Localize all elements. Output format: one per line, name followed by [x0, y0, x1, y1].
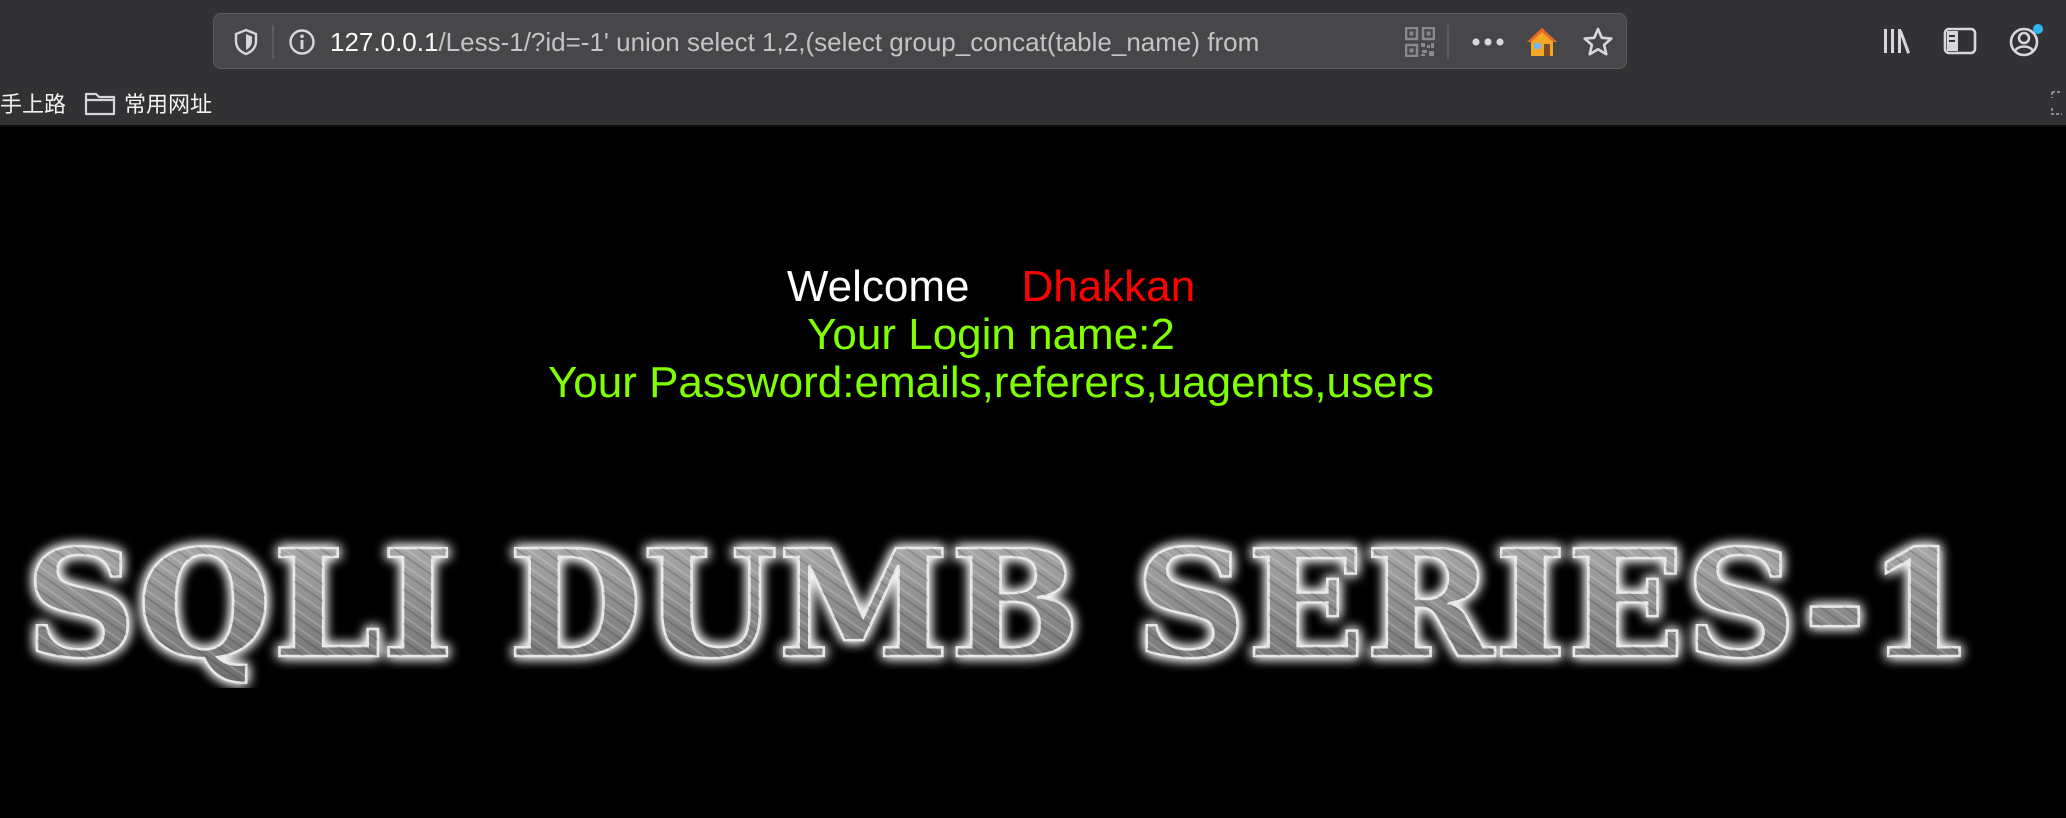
sqli-dumb-series-logo: SQLI DUMB SERIES-1 SQLI DUMB SERIES-1 [24, 516, 1977, 688]
account-icon[interactable] [2000, 13, 2050, 69]
bookmarks-toolbar: 手上路 常用网址 [0, 82, 2066, 124]
password-line: Your Password:emails,referers,uagents,us… [547, 358, 1435, 407]
bookmark-label: 常用网址 [124, 92, 213, 117]
url-host: 127.0.0.1 [330, 27, 439, 57]
browser-toolbar: 127.0.0.1/Less-1/?id=-1' union select 1,… [0, 0, 2066, 126]
welcome-name: Dhakkan [1021, 262, 1196, 311]
toolbar-border [0, 125, 2066, 127]
bookmark-label: 手上路 [0, 92, 67, 117]
qr-code-icon[interactable] [1400, 14, 1440, 70]
library-icon[interactable] [1876, 13, 1920, 69]
bookmark-item[interactable]: 手上路 [0, 82, 66, 124]
welcome-line: Welcome Dhakkan [0, 262, 1982, 312]
url-separator [1447, 25, 1449, 59]
login-name-line: Your Login name:2 [807, 310, 1175, 359]
home-icon[interactable] [1522, 14, 1562, 70]
url-separator [272, 25, 274, 59]
logo-texture: SQLI DUMB SERIES-1 [25, 517, 1975, 688]
sidebar-icon[interactable] [1938, 13, 1982, 69]
url-path: /Less-1/?id=-1' union select 1,2,(select… [438, 27, 1260, 57]
bookmark-folder[interactable]: 常用网址 [84, 82, 212, 124]
url-bar[interactable]: 127.0.0.1/Less-1/?id=-1' union select 1,… [213, 13, 1627, 69]
tracking-protection-icon[interactable] [226, 14, 266, 70]
bookmarks-overflow-icon[interactable] [2048, 82, 2064, 124]
folder-icon [84, 90, 116, 116]
welcome-text: Welcome [786, 262, 970, 311]
bookmark-star-icon[interactable] [1578, 14, 1618, 70]
site-info-icon[interactable] [282, 14, 322, 70]
more-actions-icon[interactable] [1464, 14, 1512, 70]
url-text[interactable]: 127.0.0.1/Less-1/?id=-1' union select 1,… [330, 14, 1528, 70]
